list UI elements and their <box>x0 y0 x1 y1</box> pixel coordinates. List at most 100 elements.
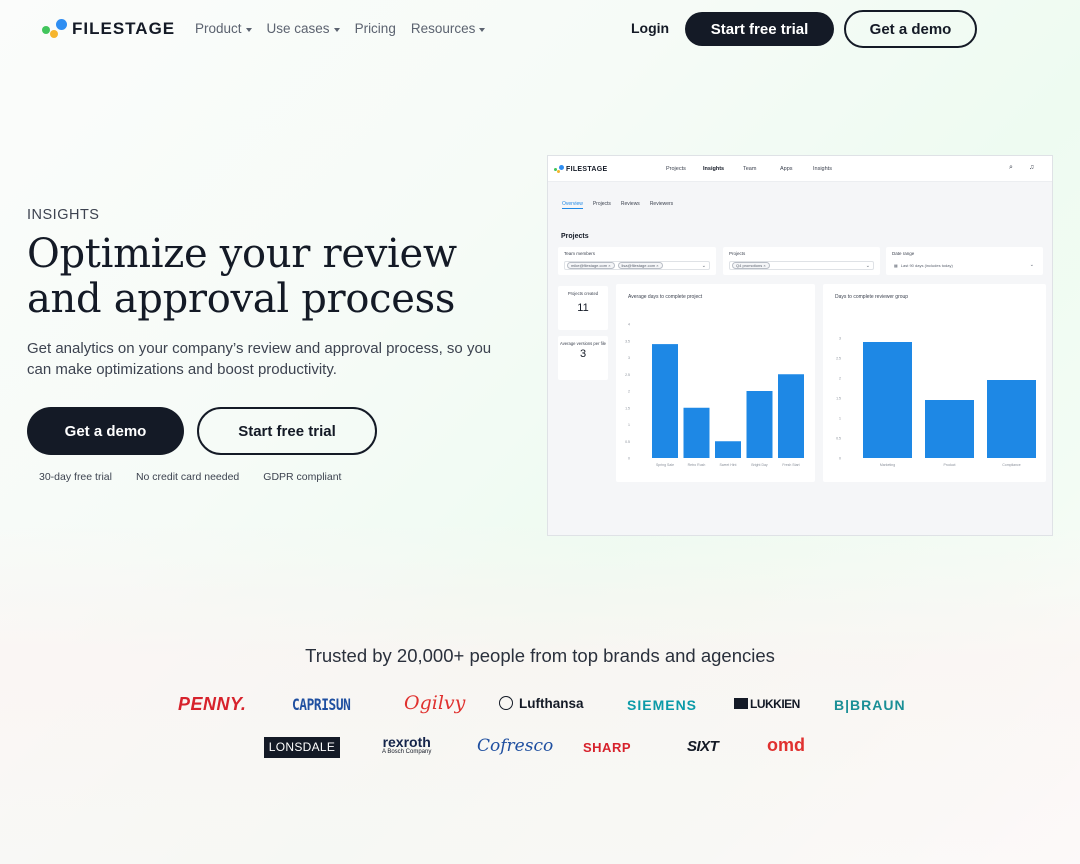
mock-topbar: FILESTAGE Projects Insights Team Apps In… <box>548 156 1052 182</box>
nav-pricing-label: Pricing <box>354 21 396 36</box>
mock-nav-insights: Insights <box>703 166 725 172</box>
perks-list: 30-day free trial No credit card needed … <box>39 471 341 483</box>
nav-get-demo-button[interactable]: Get a demo <box>844 10 977 48</box>
mock-tab-overview: Overview <box>562 201 583 209</box>
perk-item: 30-day free trial <box>39 471 112 483</box>
get-demo-button[interactable]: Get a demo <box>27 407 184 455</box>
filter-chip: mike@filestage.com × <box>567 262 615 269</box>
chart-card-reviewer-group: Days to complete reviewer group 0 0.5 1 1.5… <box>823 284 1046 482</box>
mock-tab-reviews: Reviews <box>620 201 640 207</box>
caret-down-icon <box>245 27 252 32</box>
brand-logo-ogilvy: Ogilvy <box>404 692 466 714</box>
search-icon: ⌕ <box>1009 164 1013 171</box>
mock-section-title: Projects <box>561 233 589 240</box>
main-menu: Product Use cases Pricing Resources <box>195 21 486 36</box>
chart-bar <box>925 400 974 458</box>
rexroth-tagline: A Bosch Company <box>382 749 432 755</box>
chart-bar <box>652 344 678 458</box>
chart-bar <box>746 391 773 458</box>
nav-product-label: Product <box>195 21 242 36</box>
hero-title: Optimize your review and approval proces… <box>27 231 457 322</box>
caret-down-icon <box>479 27 486 32</box>
bell-icon: ♫ <box>1029 164 1035 171</box>
brand-logo-sharp: SHARP <box>583 740 632 755</box>
y-tick-label: 1 <box>839 417 841 421</box>
brand-logo-sixt: SIXT <box>687 738 719 755</box>
y-tick-label: 3 <box>839 337 841 341</box>
filestage-logo[interactable]: FILESTAGE <box>42 17 175 41</box>
brand-logo-penny: PENNY. <box>178 694 247 714</box>
trusted-heading: Trusted by 20,000+ people from top brand… <box>305 645 775 666</box>
chart-bar <box>987 380 1036 458</box>
brand-logo-caprisun: CAPRISUN <box>292 695 351 714</box>
date-range-value: Last 90 days (includes today) <box>900 263 953 268</box>
y-tick-label: 0 <box>839 457 841 461</box>
bar-chart-avg-days: 0 0.5 1 1.5 2 2.5 3 3.5 4 Spring Sale Retro Rush Sw… <box>625 323 804 467</box>
stat-value: 3 <box>579 348 587 360</box>
perk-item: No credit card needed <box>135 471 240 483</box>
nav-use-cases[interactable]: Use cases <box>267 21 340 36</box>
logo-text: FILESTAGE <box>72 19 176 38</box>
x-tick-label: Bright Day <box>751 463 768 467</box>
hero-subtitle: Get analytics on your company’s review a… <box>27 340 492 378</box>
y-tick-label: 0.5 <box>836 437 841 441</box>
top-navigation: FILESTAGE Product Use cases Pricing Reso… <box>0 0 1080 58</box>
brand-logo-omd: omd <box>767 735 805 755</box>
brand-logo-siemens: SIEMENS <box>627 697 698 713</box>
y-tick-label: 3 <box>628 356 630 360</box>
stat-label: Projects created <box>567 291 599 296</box>
y-tick-label: 2.5 <box>836 357 841 361</box>
mock-tab-projects: Projects <box>592 201 611 207</box>
filter-select: Q4 promotions × ⌄ <box>729 261 874 270</box>
mock-logo: FILESTAGE <box>554 165 607 174</box>
logo-dots-icon <box>554 165 564 174</box>
mock-logo-text: FILESTAGE <box>566 166 608 173</box>
filter-label: Projects <box>729 251 746 256</box>
filter-chip: lisa@filestage.com × <box>617 262 663 269</box>
chevron-down-icon: ⌄ <box>701 263 706 269</box>
mock-filter-date: Date range ▦ Last 90 days (includes toda… <box>886 247 1043 275</box>
x-tick-label: Product <box>943 463 955 467</box>
brand-logo-lufthansa: Lufthansa <box>499 696 584 711</box>
mock-filter-projects: Projects Q4 promotions × ⌄ <box>723 247 880 275</box>
mock-nav-insights-2: Insights <box>813 166 832 172</box>
y-tick-label: 0.5 <box>625 440 630 444</box>
bar-chart-reviewer-group: 0 0.5 1 1.5 2 2.5 3 Marketing Product Compliance <box>836 337 1036 467</box>
nav-start-trial-button[interactable]: Start free trial <box>685 12 834 46</box>
nav-pricing[interactable]: Pricing <box>355 21 396 36</box>
nav-use-cases-label: Use cases <box>266 21 330 36</box>
caret-down-icon <box>333 27 340 32</box>
filter-label: Date range <box>892 251 915 256</box>
y-tick-label: 0 <box>628 457 630 461</box>
y-tick-label: 3.5 <box>625 339 630 343</box>
chart-bar <box>715 441 741 458</box>
lukkien-mark-icon <box>734 698 748 709</box>
x-tick-label: Fresh Start <box>782 463 799 467</box>
y-tick-label: 2.5 <box>625 373 630 377</box>
stat-projects-created: Projects created 11 <box>558 286 608 330</box>
start-trial-button[interactable]: Start free trial <box>197 407 377 455</box>
x-tick-label: Compliance <box>1002 463 1021 467</box>
mock-nav-projects: Projects <box>666 166 686 172</box>
brand-logo-bbraun: B|BRAUN <box>834 697 906 713</box>
stat-label: Average versions per file <box>559 341 606 346</box>
login-link[interactable]: Login <box>631 20 669 36</box>
y-tick-label: 2 <box>628 390 630 394</box>
stat-average-versions: Average versions per file 3 <box>558 336 608 380</box>
mock-nav-team: Team <box>743 166 757 172</box>
nav-resources[interactable]: Resources <box>411 21 486 36</box>
nav-resources-label: Resources <box>410 21 476 36</box>
nav-product[interactable]: Product <box>195 21 252 36</box>
filter-select: mike@filestage.com × lisa@filestage.com … <box>564 261 710 270</box>
x-tick-label: Spring Sale <box>656 463 674 467</box>
mock-nav-apps: Apps <box>780 166 793 172</box>
filter-select: ▦ Last 90 days (includes today) ⌄ <box>892 261 1037 270</box>
crane-icon <box>499 696 513 710</box>
calendar-icon: ▦ <box>894 263 898 268</box>
filter-label: Team members <box>564 251 596 256</box>
brand-logo-cofresco: Cofresco <box>477 736 554 756</box>
logo-dots-icon <box>42 18 68 40</box>
stat-value: 11 <box>577 302 589 314</box>
background-gradient <box>0 520 1080 864</box>
mock-tabs: Overview Projects Reviews Reviewers <box>562 201 673 209</box>
